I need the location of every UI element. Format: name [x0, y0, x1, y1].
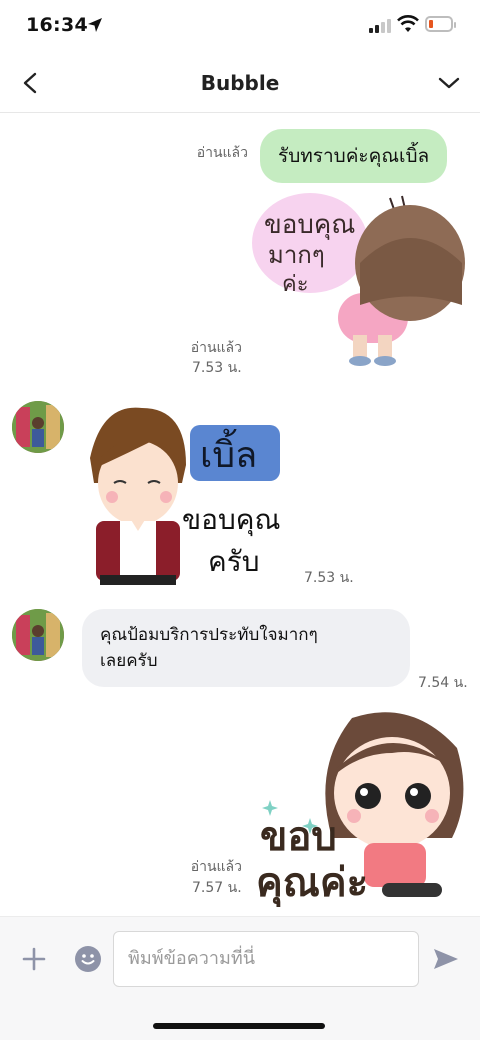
- chat-header: Bubble: [0, 56, 480, 113]
- svg-text:ขอบ: ขอบ: [260, 814, 337, 860]
- svg-text:ค่ะ: ค่ะ: [282, 272, 309, 297]
- message-time: 7.54 น.: [418, 675, 468, 691]
- avatar[interactable]: [12, 609, 64, 661]
- cellular-signal-icon: [369, 17, 391, 33]
- sticker-text: ขอบคุณ: [264, 210, 355, 240]
- send-icon[interactable]: [430, 943, 462, 975]
- message-bubble-incoming[interactable]: คุณป้อมบริการประทับใจมากๆ เลยครับ: [82, 609, 410, 687]
- sticker-thank-you-boy[interactable]: เบิ้ล ขอบคุณ ครับ: [82, 403, 292, 588]
- home-indicator: [153, 1023, 325, 1029]
- svg-text:มากๆ: มากๆ: [268, 241, 325, 269]
- location-arrow-icon: [88, 18, 102, 32]
- svg-text:ขอบคุณ: ขอบคุณ: [182, 503, 280, 537]
- plus-icon[interactable]: [18, 943, 50, 975]
- message-line: คุณป้อมบริการประทับใจมากๆ: [100, 625, 318, 645]
- battery-icon: [425, 16, 456, 32]
- message-list[interactable]: อ่านแล้ว รับทราบค่ะคุณเบิ้ล ขอบคุณ มากๆ …: [0, 113, 480, 916]
- status-time: 16:34: [26, 14, 88, 36]
- svg-text:เบิ้ล: เบิ้ล: [200, 428, 257, 476]
- message-time: 7.53 น.: [192, 360, 242, 376]
- message-line: เลยครับ: [100, 651, 158, 671]
- read-receipt: อ่านแล้ว: [190, 340, 242, 356]
- sticker-thank-you-girl[interactable]: ขอบ คุณค่ะ: [252, 708, 472, 908]
- svg-text:ครับ: ครับ: [208, 545, 260, 578]
- wifi-icon: [397, 15, 419, 32]
- battery-level: [429, 20, 433, 28]
- read-receipt: อ่านแล้ว: [190, 859, 242, 875]
- avatar-photo: [12, 401, 64, 453]
- message-input[interactable]: พิมพ์ข้อความที่นี่: [113, 931, 419, 987]
- message-bubble-outgoing[interactable]: รับทราบค่ะคุณเบิ้ล: [260, 129, 448, 183]
- message-time: 7.57 น.: [192, 880, 242, 896]
- svg-text:คุณค่ะ: คุณค่ะ: [256, 860, 368, 908]
- read-receipt: อ่านแล้ว: [196, 145, 248, 161]
- sticker-thank-you-bow[interactable]: ขอบคุณ มากๆ ค่ะ: [250, 193, 470, 373]
- message-time: 7.53 น.: [304, 570, 354, 586]
- emoji-icon[interactable]: [74, 945, 102, 973]
- avatar-photo: [12, 609, 64, 661]
- chat-title: Bubble: [200, 71, 280, 95]
- message-input-bar: พิมพ์ข้อความที่นี่: [0, 916, 480, 1040]
- chevron-down-icon[interactable]: [432, 66, 466, 100]
- avatar[interactable]: [12, 401, 64, 453]
